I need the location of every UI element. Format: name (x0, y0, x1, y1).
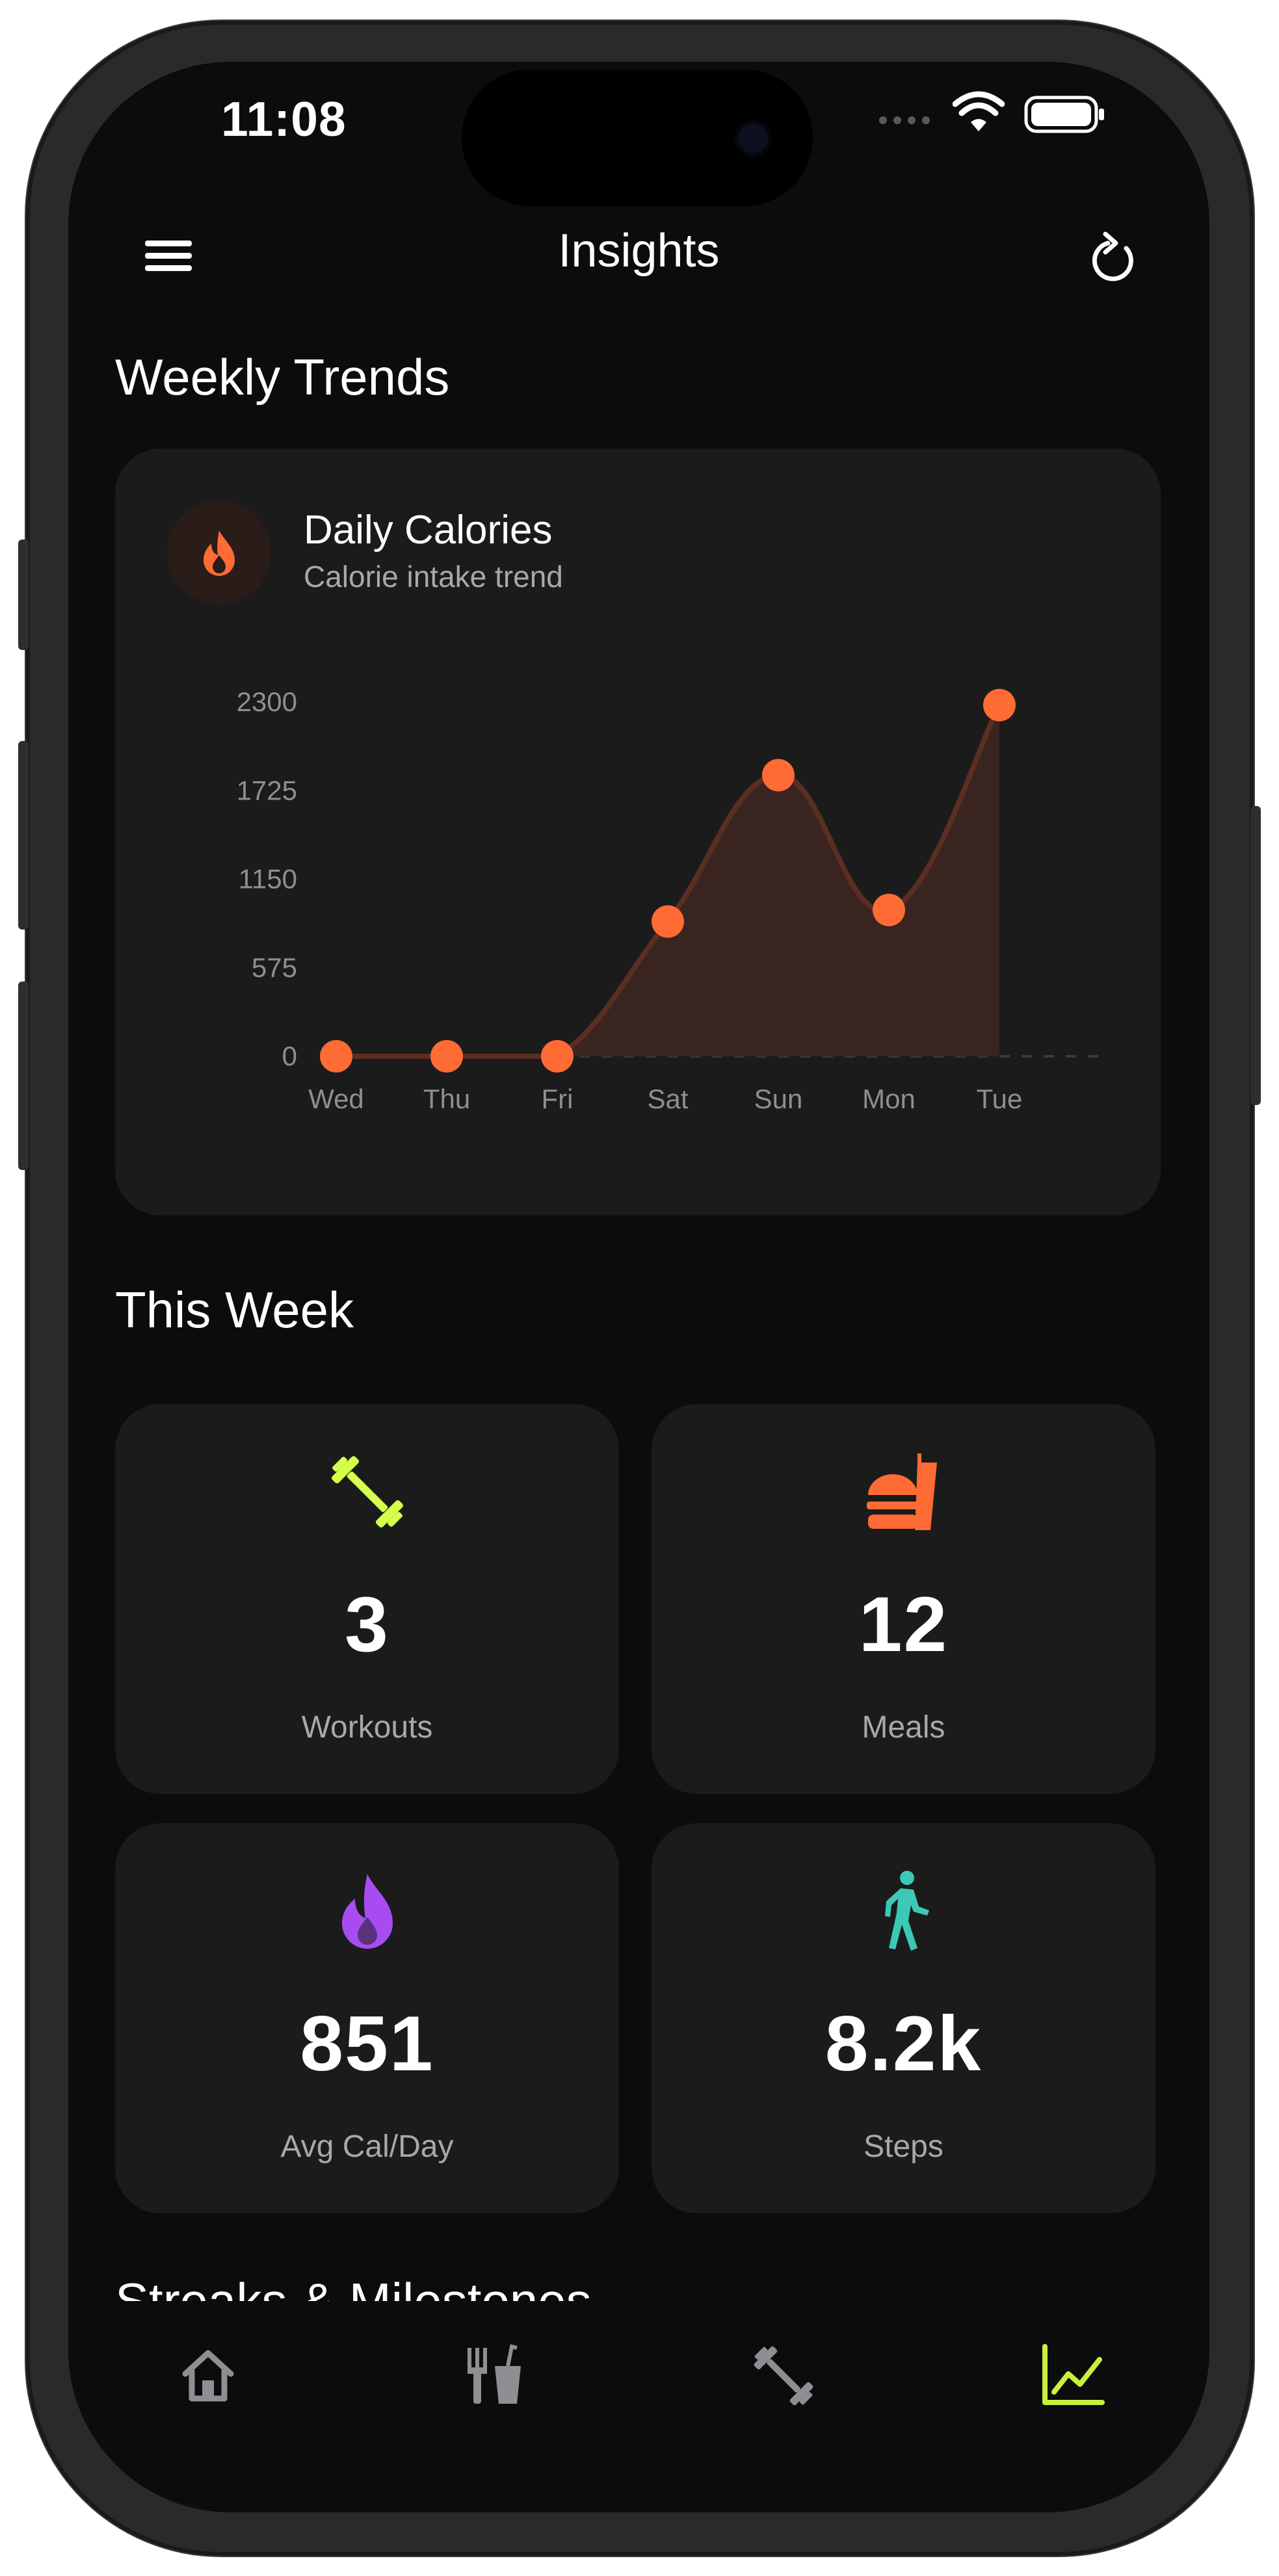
x-tick-label: Fri (542, 1084, 574, 1114)
refresh-icon (1092, 231, 1133, 281)
walking-icon (884, 1871, 929, 1951)
avg-calories-value: 851 (300, 2000, 434, 2087)
fast-food-icon (866, 1453, 937, 1530)
meals-label: Meals (862, 1710, 945, 1745)
home-icon (182, 2350, 234, 2402)
dumbbell-icon (754, 2346, 813, 2406)
steps-label: Steps (864, 2129, 943, 2164)
power-button (1250, 806, 1261, 1105)
x-tick-label: Thu (423, 1084, 470, 1114)
data-point-tue[interactable] (983, 688, 1016, 722)
weekly-trends-heading: Weekly Trends (115, 348, 450, 406)
series-area (336, 705, 999, 1056)
x-tick-label: Wed (308, 1084, 364, 1114)
x-tick-label: Sat (647, 1084, 688, 1114)
x-tick-label: Tue (977, 1084, 1023, 1114)
x-tick-label: Sun (754, 1084, 803, 1114)
action-button (18, 540, 29, 650)
y-tick-label: 575 (252, 952, 297, 983)
tab-insights[interactable] (1037, 2340, 1109, 2412)
page-title: Insights (558, 225, 720, 277)
flame-icon (341, 1874, 393, 1949)
volume-down-button (18, 982, 29, 1170)
steps-stat-card[interactable]: 8.2k Steps (652, 1823, 1155, 2213)
tab-home[interactable] (172, 2340, 244, 2412)
daily-calories-card: Daily Calories Calorie intake trend 2300… (115, 449, 1161, 1216)
refresh-button[interactable] (1079, 228, 1144, 293)
food-icon (468, 2344, 521, 2404)
battery-icon (1024, 96, 1105, 138)
cellular-signal-icon (878, 111, 936, 133)
data-point-mon[interactable] (873, 893, 905, 926)
front-camera (738, 124, 768, 153)
x-tick-label: Mon (862, 1084, 916, 1114)
avg-calories-label: Avg Cal/Day (280, 2129, 454, 2164)
tab-bar (68, 2301, 1209, 2512)
y-tick-label: 1150 (239, 864, 297, 894)
workouts-label: Workouts (301, 1710, 433, 1745)
workouts-value: 3 (345, 1581, 389, 1668)
data-point-fri[interactable] (541, 1040, 574, 1073)
y-tick-label: 1725 (237, 775, 297, 805)
wifi-icon (952, 91, 1005, 137)
this-week-heading: This Week (115, 1281, 354, 1338)
volume-up-button (18, 741, 29, 930)
workouts-stat-card[interactable]: 3 Workouts (115, 1404, 619, 1794)
chart-line-icon (1042, 2344, 1105, 2405)
meals-stat-card[interactable]: 12 Meals (652, 1404, 1155, 1794)
data-point-sat[interactable] (652, 905, 684, 938)
data-point-wed[interactable] (320, 1040, 352, 1073)
data-point-thu[interactable] (430, 1040, 463, 1073)
data-point-sun[interactable] (762, 759, 795, 792)
calorie-trend-chart: 2300 1725 1150 575 0 Wed Thu Fri Sat Sun Mon Tue (237, 686, 1103, 1114)
status-time: 11:08 (221, 92, 347, 146)
dumbbell-icon (331, 1456, 403, 1528)
avg-calories-stat-card[interactable]: 851 Avg Cal/Day (115, 1823, 619, 2213)
tab-nutrition[interactable] (458, 2340, 530, 2412)
steps-value: 8.2k (824, 2000, 982, 2087)
tab-workouts[interactable] (748, 2340, 819, 2412)
app-screen: 11:08 Insights Weekly Trends Daily Calor… (68, 62, 1209, 2512)
y-tick-label: 0 (282, 1041, 297, 1071)
meals-value: 12 (858, 1581, 949, 1668)
y-tick-label: 2300 (237, 686, 297, 717)
